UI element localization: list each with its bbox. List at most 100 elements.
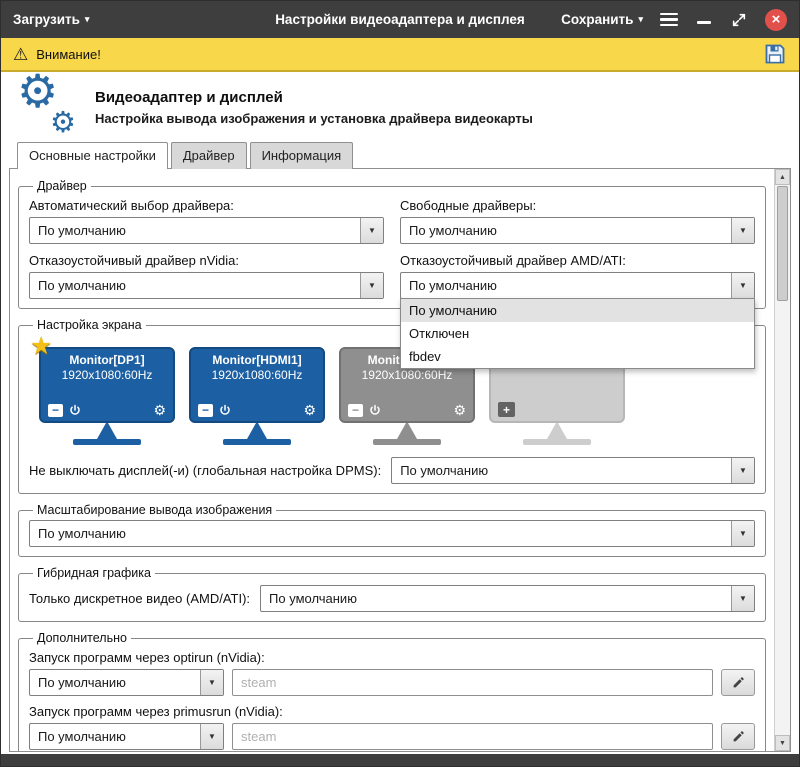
maximize-button[interactable] [730,11,748,29]
primusrun-label: Запуск программ через primusrun (nVidia)… [29,704,755,719]
auto-driver-label: Автоматический выбор драйвера: [29,198,384,213]
pencil-icon [732,676,745,689]
window-titlebar: Настройки видеоадаптера и дисплея Загруз… [1,1,799,38]
warning-banner: ⚠ Внимание! [1,38,799,72]
pencil-icon [732,730,745,743]
driver-group-legend: Драйвер [33,179,91,193]
optirun-edit-button[interactable] [721,669,755,696]
scrollbar[interactable]: ▲ ▼ [774,169,790,751]
hamburger-menu-button[interactable] [660,13,678,27]
discrete-video-label: Только дискретное видео (AMD/ATI): [29,591,250,606]
monitor-disable-button[interactable]: − [348,404,363,417]
chevron-down-icon: ▼ [360,273,383,298]
primusrun-command-input[interactable] [232,723,713,750]
chevron-down-icon: ▾ [85,14,90,25]
droplist-option[interactable]: fbdev [401,345,754,368]
primusrun-row: По умолчанию ▼ [29,723,755,750]
tab-main-settings[interactable]: Основные настройки [17,142,168,169]
close-icon: × [772,12,781,27]
chevron-down-icon: ▼ [731,521,754,546]
minimize-icon [697,21,711,24]
chevron-down-icon: ▼ [200,670,223,695]
power-icon[interactable] [219,404,231,416]
amd-failsafe-field: Отказоустойчивый драйвер AMD/ATI: По умо… [400,251,755,299]
auto-driver-select[interactable]: По умолчанию ▼ [29,217,384,244]
hamburger-icon [660,13,678,16]
warning-label: Внимание! [36,47,101,62]
save-settings-button[interactable] [763,42,787,66]
scaling-group-legend: Масштабирование вывода изображения [33,503,276,517]
save-menu-label: Сохранить [561,12,633,27]
optirun-label: Запуск программ через optirun (nVidia): [29,650,755,665]
minimize-button[interactable] [695,11,713,29]
chevron-down-icon: ▼ [731,458,754,483]
monitor-disable-button[interactable]: − [198,404,213,417]
load-menu-label: Загрузить [13,12,80,27]
scaling-select[interactable]: По умолчанию ▼ [29,520,755,547]
extra-group: Дополнительно Запуск программ через opti… [18,631,766,751]
free-driver-field: Свободные драйверы: По умолчанию ▼ [400,196,755,244]
nvidia-failsafe-field: Отказоустойчивый драйвер nVidia: По умол… [29,251,384,299]
amd-failsafe-select[interactable]: По умолчанию ▼ [400,272,755,299]
power-icon[interactable] [369,404,381,416]
page-title: Видеоадаптер и дисплей [95,89,533,106]
primusrun-edit-button[interactable] [721,723,755,750]
chevron-down-icon: ▼ [360,218,383,243]
header-text: Видеоадаптер и дисплей Настройка вывода … [95,89,533,126]
dpms-field: Не выключать дисплей(-и) (глобальная нас… [29,457,755,484]
settings-content: Драйвер Автоматический выбор драйвера: П… [10,169,774,751]
scroll-down-button[interactable]: ▼ [775,735,790,751]
amd-failsafe-label: Отказоустойчивый драйвер AMD/ATI: [400,253,755,268]
arrow-down-icon: ▼ [779,740,786,747]
tab-information[interactable]: Информация [250,142,354,169]
screen-group-legend: Настройка экрана [33,318,146,332]
dpms-select[interactable]: По умолчанию ▼ [391,457,755,484]
load-menu-button[interactable]: Загрузить ▾ [13,12,89,27]
free-driver-label: Свободные драйверы: [400,198,755,213]
discrete-video-select[interactable]: По умолчанию ▼ [260,585,755,612]
close-button[interactable]: × [765,9,787,31]
optirun-row: По умолчанию ▼ [29,669,755,696]
tab-driver[interactable]: Драйвер [171,142,247,169]
monitor-dp1[interactable]: ★ Monitor[DP1] 1920x1080:60Hz − ⚙ [39,347,175,445]
primary-star-icon: ★ [30,334,52,359]
power-icon[interactable] [69,404,81,416]
chevron-down-icon: ▼ [200,724,223,749]
monitor-add-button[interactable]: + [498,402,515,417]
chevron-down-icon: ▼ [731,273,754,298]
droplist-option[interactable]: По умолчанию [401,299,754,322]
monitor-settings-icon[interactable]: ⚙ [153,403,166,417]
nvidia-failsafe-select[interactable]: По умолчанию ▼ [29,272,384,299]
droplist-option[interactable]: Отключен [401,322,754,345]
scroll-up-button[interactable]: ▲ [775,169,790,185]
settings-window: Настройки видеоадаптера и дисплея Загруз… [0,0,800,767]
optirun-command-input[interactable] [232,669,713,696]
page-header: ⚙ ⚙ Видеоадаптер и дисплей Настройка выв… [1,72,799,142]
dpms-label: Не выключать дисплей(-и) (глобальная нас… [29,463,381,478]
save-menu-button[interactable]: Сохранить ▾ [561,12,643,27]
monitor-hdmi1[interactable]: Monitor[HDMI1] 1920x1080:60Hz − ⚙ [189,347,325,445]
auto-driver-field: Автоматический выбор драйвера: По умолча… [29,196,384,244]
monitor-settings-icon[interactable]: ⚙ [303,403,316,417]
monitor-disable-button[interactable]: − [48,404,63,417]
driver-group: Драйвер Автоматический выбор драйвера: П… [18,179,766,309]
chevron-down-icon: ▾ [638,14,643,25]
arrow-up-icon: ▲ [779,174,786,181]
gears-icon: ⚙ ⚙ [15,76,79,138]
monitor-settings-icon[interactable]: ⚙ [453,403,466,417]
tab-panel: Драйвер Автоматический выбор драйвера: П… [9,168,791,752]
discrete-video-field: Только дискретное видео (AMD/ATI): По ум… [29,585,755,612]
tab-bar: Основные настройки Драйвер Информация [1,142,799,168]
amd-failsafe-droplist: По умолчанию Отключен fbdev [400,298,755,369]
page-subtitle: Настройка вывода изображения и установка… [95,111,533,126]
hybrid-group: Гибридная графика Только дискретное виде… [18,566,766,622]
expand-icon [731,12,747,28]
free-driver-select[interactable]: По умолчанию ▼ [400,217,755,244]
chevron-down-icon: ▼ [731,586,754,611]
primusrun-select[interactable]: По умолчанию ▼ [29,723,224,750]
scroll-thumb[interactable] [777,186,788,301]
scaling-group: Масштабирование вывода изображения По ум… [18,503,766,557]
extra-group-legend: Дополнительно [33,631,131,645]
optirun-select[interactable]: По умолчанию ▼ [29,669,224,696]
hybrid-group-legend: Гибридная графика [33,566,155,580]
